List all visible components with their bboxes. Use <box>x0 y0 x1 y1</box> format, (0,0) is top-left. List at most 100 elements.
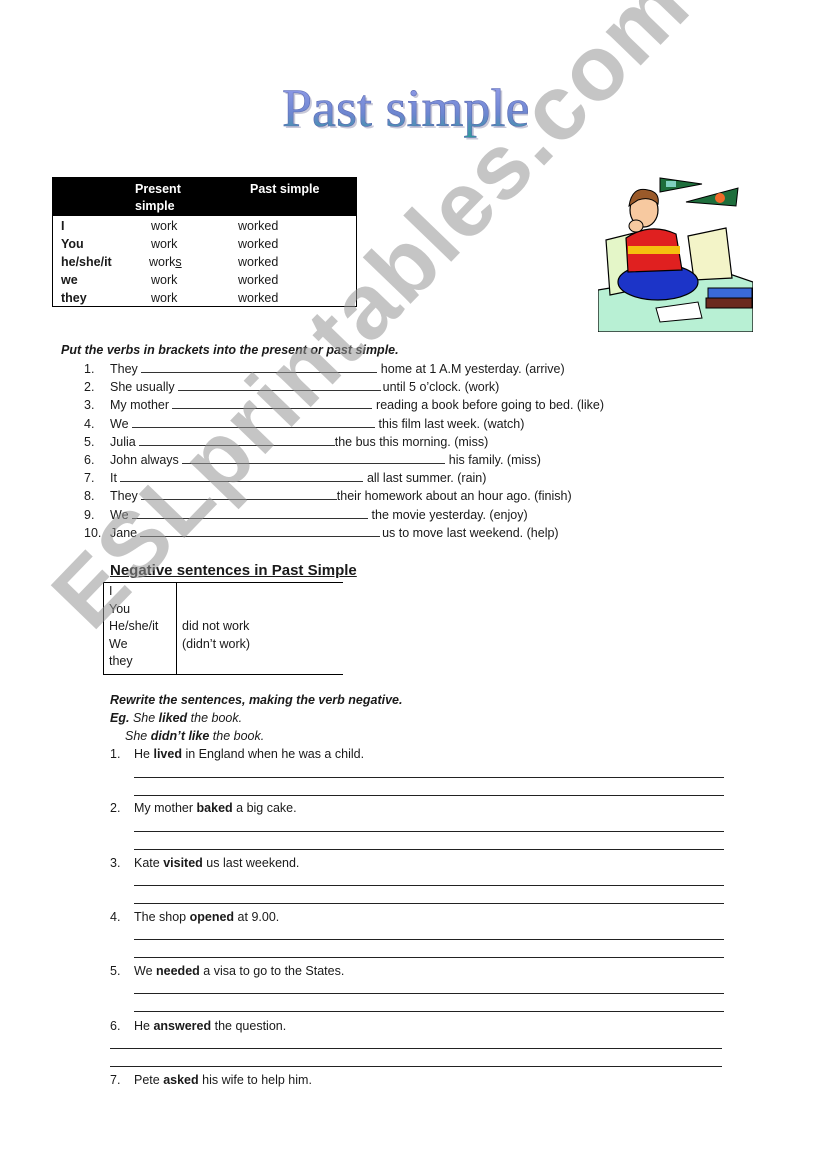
negative-contraction: (didn’t work) <box>182 636 251 651</box>
item-number: 4. <box>84 416 95 431</box>
example-label: Eg. <box>110 711 130 725</box>
cell-present: work <box>151 237 178 251</box>
table-header: Present simple Past simple <box>53 178 356 216</box>
exercise1-item: 1. They home at 1 A.M yesterday. (arrive) <box>84 360 604 378</box>
item-number: 3. <box>110 856 121 870</box>
negative-form: did not work <box>182 619 250 633</box>
sentence-pre: We <box>134 964 153 978</box>
item-text-after: reading a book before going to bed. (lik… <box>376 398 604 413</box>
sentence-pre: My mother <box>134 801 194 815</box>
cell-present: works <box>149 255 182 269</box>
item-text-before: It <box>110 471 117 486</box>
cell-past: worked <box>238 255 279 269</box>
cell-pronoun: we <box>61 273 78 287</box>
cell-pronoun: You <box>61 237 84 251</box>
item-sentence: The shop opened at 9.00. <box>134 910 279 924</box>
exercise1-item: 10. Jane us to move last weekend. (help) <box>84 524 604 542</box>
cell-pronoun: they <box>61 291 87 305</box>
answer-line[interactable] <box>134 957 724 958</box>
answer-line[interactable] <box>134 849 724 850</box>
answer-blank[interactable] <box>140 487 337 501</box>
answer-line[interactable] <box>134 939 724 940</box>
answer-blank[interactable] <box>140 524 381 537</box>
item-number: 1. <box>84 362 95 376</box>
example-post: the book. <box>190 711 243 725</box>
answer-line[interactable] <box>134 831 724 832</box>
sentence-post: in England when he was a child. <box>185 747 365 761</box>
answer-blank[interactable] <box>181 451 445 464</box>
table-row: You work worked <box>53 235 356 253</box>
sentence-verb: visited <box>163 856 203 870</box>
sentence-verb: answered <box>153 1019 212 1033</box>
answer-blank[interactable] <box>119 469 363 483</box>
item-text-after: their homework about an hour ago. (finis… <box>336 489 572 504</box>
sentence-pre: He <box>134 747 150 761</box>
sentence-pre: He <box>134 1019 150 1033</box>
item-number: 8. <box>84 489 95 504</box>
answer-blank[interactable] <box>131 506 368 519</box>
title-wordart: Past simple Past simple <box>282 78 532 140</box>
sentence-post: us last weekend. <box>206 856 300 870</box>
pillow-shape <box>687 227 733 281</box>
answer-blank[interactable] <box>172 396 373 410</box>
exercise1-item: 9. We the movie yesterday. (enjoy) <box>84 506 604 524</box>
item-text-before: They <box>110 362 138 376</box>
table-row: he/she/it works worked <box>53 253 356 271</box>
item-text-before: We <box>110 416 129 431</box>
answer-line[interactable] <box>134 795 724 796</box>
sentence-pre: The shop <box>134 910 187 924</box>
pennant-icon <box>685 187 739 207</box>
item-text-after: the movie yesterday. (enjoy) <box>371 507 528 522</box>
item-text-before: Jane <box>110 525 138 540</box>
pronoun: they <box>109 654 133 668</box>
negative-table: I You He/she/it We they did not work (didn’t… <box>103 582 343 675</box>
answer-line[interactable] <box>134 777 724 778</box>
item-number: 5. <box>84 434 95 449</box>
pennant-patch <box>666 181 676 187</box>
example-pre: She <box>132 711 156 725</box>
answer-line[interactable] <box>134 903 724 904</box>
answer-blank[interactable] <box>177 378 381 392</box>
answer-line[interactable] <box>134 993 724 994</box>
answer-line[interactable] <box>134 1011 724 1012</box>
exercise1-item: 3. My mother reading a book before going t… <box>84 396 604 414</box>
shirt-stripe <box>628 246 680 254</box>
answer-line[interactable] <box>134 885 724 886</box>
cell-present: work <box>151 273 178 287</box>
item-sentence: He lived in England when he was a child. <box>134 747 364 761</box>
item-number: 6. <box>110 1019 121 1033</box>
exercise1-item: 5. Julia the bus this morning. (miss) <box>84 433 604 451</box>
exercise1-item: 6. John always his family. (miss) <box>84 451 604 469</box>
cell-pronoun: he/she/it <box>61 255 112 269</box>
header-present-line1: Present <box>135 182 181 196</box>
pronoun: We <box>109 636 128 651</box>
boy-studying-clipart <box>597 170 754 333</box>
item-text-before: John always <box>110 452 179 467</box>
item-number: 3. <box>84 398 95 413</box>
item-number: 1. <box>110 747 121 761</box>
item-text-before: They <box>110 489 138 504</box>
item-text-after: home at 1 A.M yesterday. (arrive) <box>380 362 565 376</box>
cell-past: worked <box>238 273 279 287</box>
exercise1-list: 1. They home at 1 A.M yesterday. (arrive) 2… <box>84 360 604 542</box>
negative-section-title: Negative sentences in Past Simple <box>110 562 357 579</box>
item-text-after: until 5 o’clock. (work) <box>382 380 500 395</box>
sentence-pre: Pete <box>134 1073 160 1087</box>
exercise1-item: 2. She usually until 5 o’clock. (work) <box>84 378 604 396</box>
answer-blank[interactable] <box>140 360 377 373</box>
page-title: Past simple Past simple <box>278 68 532 160</box>
item-number: 2. <box>110 801 121 815</box>
cell-past: worked <box>238 291 279 305</box>
example-sentence: Eg. She liked the book. <box>110 711 242 725</box>
item-number: 2. <box>84 380 95 395</box>
answer-blank[interactable] <box>138 433 335 446</box>
item-number: 9. <box>84 507 95 522</box>
answer-blank[interactable] <box>131 415 375 428</box>
table-row: Iwork worked <box>53 217 356 235</box>
answer-line[interactable] <box>110 1066 722 1067</box>
cell-pronoun: I <box>61 219 65 233</box>
sentence-verb: opened <box>189 910 235 924</box>
answer-line[interactable] <box>110 1048 722 1049</box>
item-number: 5. <box>110 964 121 978</box>
sentence-post: a big cake. <box>236 801 297 815</box>
